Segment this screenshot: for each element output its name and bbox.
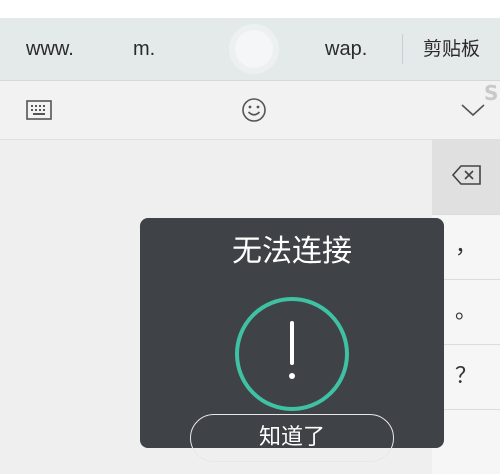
floating-touch-circle[interactable] <box>235 30 273 68</box>
smiley-icon[interactable] <box>239 95 269 125</box>
dialog-title: 无法连接 <box>232 234 352 269</box>
backspace-icon <box>452 165 481 185</box>
backspace-key[interactable] <box>432 140 500 214</box>
clipboard-button[interactable]: 剪贴板 <box>423 18 480 80</box>
top-strip <box>0 0 500 18</box>
exclamation-bar <box>290 321 294 365</box>
suggestion-divider <box>402 34 403 64</box>
watermark-logo-icon: S <box>484 81 499 105</box>
keyboard-icon[interactable] <box>24 95 54 125</box>
exclamation-icon <box>235 297 349 411</box>
suggestion-bar: www. m. wap. 剪贴板 <box>0 18 500 81</box>
suggestion-www[interactable]: www. <box>26 18 74 80</box>
keyboard-toolbar <box>0 81 500 140</box>
exclamation-dot <box>289 373 295 379</box>
suggestion-m[interactable]: m. <box>133 18 155 80</box>
suggestion-wap[interactable]: wap. <box>325 18 367 80</box>
acknowledge-button[interactable]: 知道了 <box>190 414 394 462</box>
connection-error-dialog: 无法连接 知道了 <box>140 218 444 462</box>
